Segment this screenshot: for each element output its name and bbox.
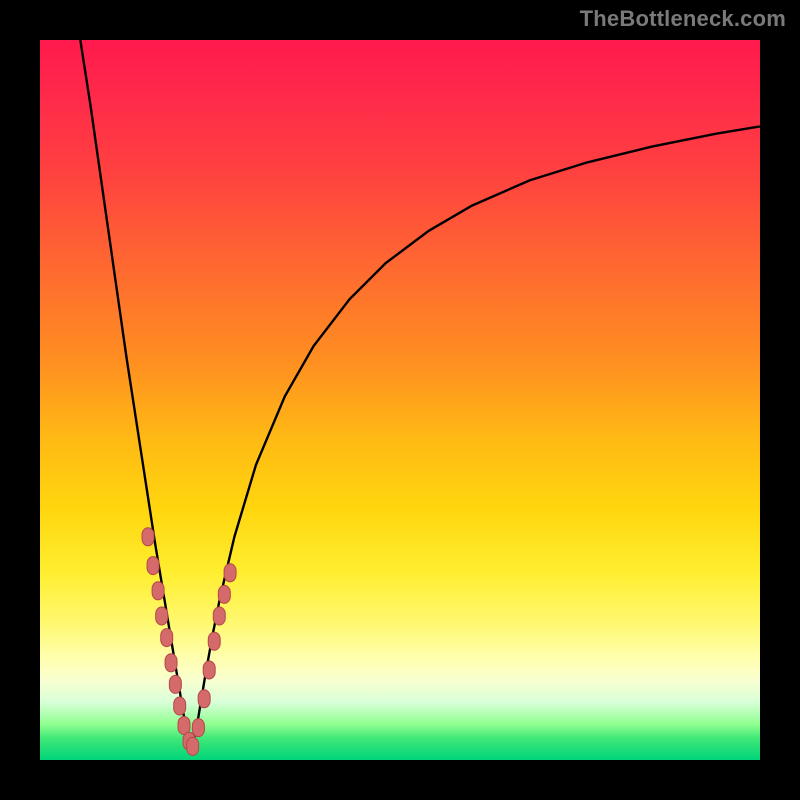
data-marker — [192, 719, 204, 737]
right-branch-curve — [191, 126, 760, 752]
curve-left — [80, 40, 191, 753]
plot-area — [40, 40, 760, 760]
data-marker — [203, 661, 215, 679]
data-markers — [142, 528, 236, 756]
data-marker — [156, 607, 168, 625]
data-marker — [213, 607, 225, 625]
data-marker — [152, 582, 164, 600]
data-marker — [174, 697, 186, 715]
data-marker — [224, 564, 236, 582]
data-marker — [169, 675, 181, 693]
data-marker — [198, 690, 210, 708]
data-marker — [218, 585, 230, 603]
chart-svg — [40, 40, 760, 760]
data-marker — [178, 716, 190, 734]
data-marker — [147, 557, 159, 575]
chart-frame: TheBottleneck.com — [0, 0, 800, 800]
left-branch-curve — [80, 40, 191, 753]
data-marker — [187, 737, 199, 755]
data-marker — [142, 528, 154, 546]
curve-right — [191, 126, 760, 752]
data-marker — [165, 654, 177, 672]
watermark-text: TheBottleneck.com — [580, 6, 786, 32]
data-marker — [161, 629, 173, 647]
data-marker — [208, 632, 220, 650]
